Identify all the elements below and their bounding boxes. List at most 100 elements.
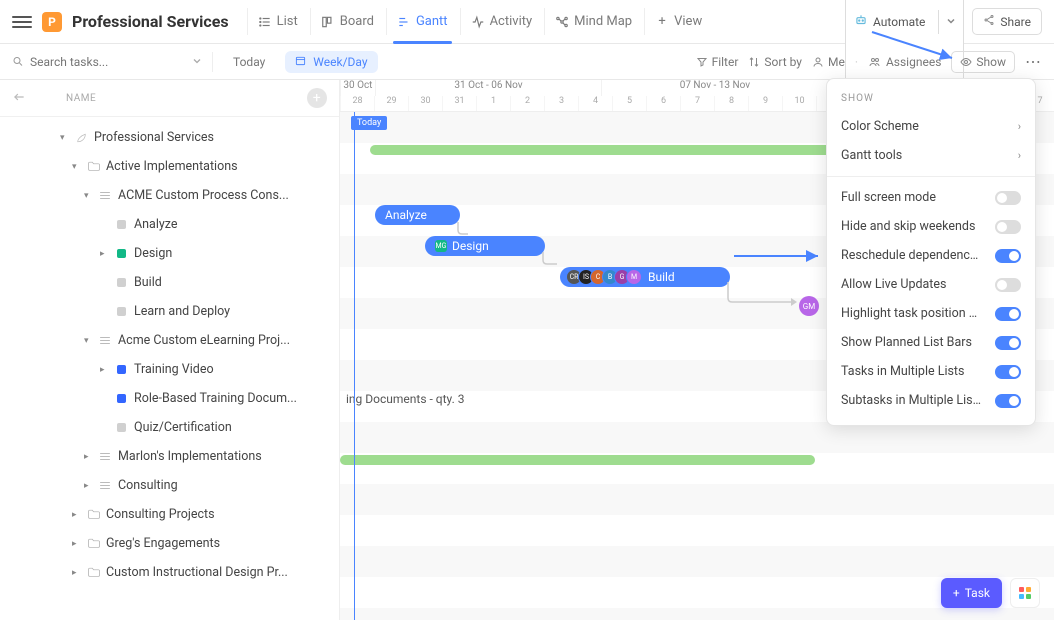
- dropdown-toggle-tasks-in-multiple-lists[interactable]: Tasks in Multiple Lists: [827, 357, 1035, 386]
- connector-line: [725, 282, 815, 312]
- tree-item[interactable]: ▸Consulting: [0, 471, 339, 500]
- caret-icon[interactable]: ▸: [100, 249, 110, 259]
- toggle-switch[interactable]: [995, 191, 1021, 205]
- view-tab-list[interactable]: List: [247, 8, 308, 35]
- day-cell: 10: [782, 96, 816, 112]
- search-caret-icon[interactable]: [192, 55, 202, 69]
- weekday-toggle[interactable]: Week/Day: [285, 51, 377, 73]
- search-box[interactable]: [12, 55, 202, 69]
- day-cell: 4: [578, 96, 612, 112]
- caret-icon[interactable]: ▸: [84, 481, 94, 491]
- tree-item[interactable]: Build: [0, 268, 339, 297]
- robot-icon: [854, 13, 868, 30]
- tree-item-label: Build: [134, 275, 162, 290]
- toggle-switch[interactable]: [995, 336, 1021, 350]
- tree-item[interactable]: Learn and Deploy: [0, 297, 339, 326]
- hamburger-menu[interactable]: [12, 16, 32, 28]
- tree-item[interactable]: ▸Greg's Engagements: [0, 529, 339, 558]
- view-tab-view[interactable]: +View: [644, 8, 712, 35]
- leaf-icon: [74, 131, 88, 145]
- search-input[interactable]: [30, 55, 186, 69]
- dropdown-toggle-label: Subtasks in Multiple Lists: [841, 393, 981, 408]
- tree-item[interactable]: ▾Active Implementations: [0, 152, 339, 181]
- today-button[interactable]: Today: [223, 51, 275, 73]
- tree-item[interactable]: ▾Acme Custom eLearning Proj...: [0, 326, 339, 355]
- list-icon: [98, 334, 112, 348]
- dropdown-toggle-show-planned-list-bars[interactable]: Show Planned List Bars: [827, 328, 1035, 357]
- dropdown-toggle-hide-and-skip-weekends[interactable]: Hide and skip weekends: [827, 212, 1035, 241]
- tree-item-label: Consulting Projects: [106, 507, 215, 522]
- toggle-switch[interactable]: [995, 220, 1021, 234]
- view-tab-label: View: [674, 14, 702, 29]
- status-square-icon: [114, 247, 128, 261]
- folder-icon: [86, 160, 100, 174]
- apps-button[interactable]: [1010, 578, 1040, 608]
- day-cell: 5: [612, 96, 646, 112]
- dropdown-toggle-allow-live-updates[interactable]: Allow Live Updates: [827, 270, 1035, 299]
- sort-icon: [748, 56, 760, 68]
- view-tab-gantt[interactable]: Gantt: [386, 8, 458, 35]
- filter-button[interactable]: Filter: [696, 55, 739, 69]
- caret-icon[interactable]: ▸: [72, 568, 82, 578]
- annotation-arrow-reschedule: [732, 250, 824, 262]
- dropdown-toggle-reschedule-dependenci-[interactable]: Reschedule dependenci...: [827, 241, 1035, 270]
- caret-icon[interactable]: ▾: [72, 162, 82, 172]
- caret-icon[interactable]: ▸: [72, 539, 82, 549]
- gantt-text-documents: ing Documents - qty. 3: [346, 392, 464, 406]
- more-options[interactable]: ⋯: [1025, 52, 1042, 71]
- week-cell: 31 Oct - 06 Nov: [375, 80, 601, 96]
- tree-item[interactable]: Quiz/Certification: [0, 413, 339, 442]
- tree-item-label: Professional Services: [94, 130, 214, 145]
- dropdown-item-gantt-tools[interactable]: Gantt tools›: [827, 141, 1035, 170]
- toggle-switch[interactable]: [995, 365, 1021, 379]
- gantt-bar-build[interactable]: CRISCBGM Build: [560, 267, 730, 287]
- caret-icon[interactable]: ▸: [72, 510, 82, 520]
- caret-icon[interactable]: ▾: [84, 191, 94, 201]
- calendar-icon: [295, 55, 309, 69]
- view-tab-mind-map[interactable]: Mind Map: [544, 8, 642, 35]
- new-task-button[interactable]: + Task: [941, 578, 1002, 608]
- tree-item[interactable]: ▸Training Video: [0, 355, 339, 384]
- dropdown-item-color-scheme[interactable]: Color Scheme›: [827, 112, 1035, 141]
- chevron-right-icon: ›: [1018, 120, 1021, 133]
- toggle-switch[interactable]: [995, 394, 1021, 408]
- view-tab-activity[interactable]: Activity: [460, 8, 543, 35]
- caret-icon[interactable]: ▾: [84, 336, 94, 346]
- tree-item-label: Learn and Deploy: [134, 304, 230, 319]
- toggle-switch[interactable]: [995, 307, 1021, 321]
- tree-item-label: ACME Custom Process Cons...: [118, 188, 289, 203]
- view-icon: [321, 15, 335, 29]
- toggle-switch[interactable]: [995, 249, 1021, 263]
- me-button[interactable]: Me: [812, 55, 845, 69]
- view-tab-board[interactable]: Board: [310, 8, 384, 35]
- tree-item[interactable]: ▸Custom Instructional Design Pr...: [0, 558, 339, 587]
- tree-item[interactable]: ▾ ACME Custom Process Cons...: [0, 181, 339, 210]
- add-task-button[interactable]: +: [307, 88, 327, 108]
- tree-item[interactable]: ▾ Professional Services: [0, 123, 339, 152]
- show-label: Show: [976, 55, 1006, 69]
- view-tab-label: Gantt: [416, 14, 448, 29]
- dropdown-toggle-full-screen-mode[interactable]: Full screen mode: [827, 183, 1035, 212]
- collapse-sidebar-icon[interactable]: [12, 90, 26, 107]
- apps-grid-icon: [1019, 587, 1031, 599]
- sortby-button[interactable]: Sort by: [748, 55, 802, 69]
- gantt-bar-design[interactable]: MG Design: [425, 236, 545, 256]
- gantt-bar-analyze[interactable]: Analyze: [375, 205, 460, 225]
- dropdown-toggle-highlight-task-position-[interactable]: Highlight task position o...: [827, 299, 1035, 328]
- gantt-bar-summary-2[interactable]: [340, 455, 815, 465]
- tree-item-label: Quiz/Certification: [134, 420, 232, 435]
- tree-item[interactable]: ▸ Consulting Projects: [0, 500, 339, 529]
- dropdown-toggle-subtasks-in-multiple-lis[interactable]: Subtasks in Multiple Lists: [827, 386, 1035, 415]
- tree-item[interactable]: ▸Marlon's Implementations: [0, 442, 339, 471]
- eye-icon: [960, 56, 972, 68]
- caret-icon[interactable]: ▾: [60, 133, 70, 143]
- share-button[interactable]: Share: [972, 8, 1042, 35]
- caret-icon[interactable]: ▸: [100, 365, 110, 375]
- tree-item[interactable]: Role-Based Training Docum...: [0, 384, 339, 413]
- person-icon: [812, 56, 824, 68]
- tree-item[interactable]: Analyze: [0, 210, 339, 239]
- caret-icon[interactable]: ▸: [84, 452, 94, 462]
- toggle-switch[interactable]: [995, 278, 1021, 292]
- day-cell: 3: [544, 96, 578, 112]
- tree-item[interactable]: ▸Design: [0, 239, 339, 268]
